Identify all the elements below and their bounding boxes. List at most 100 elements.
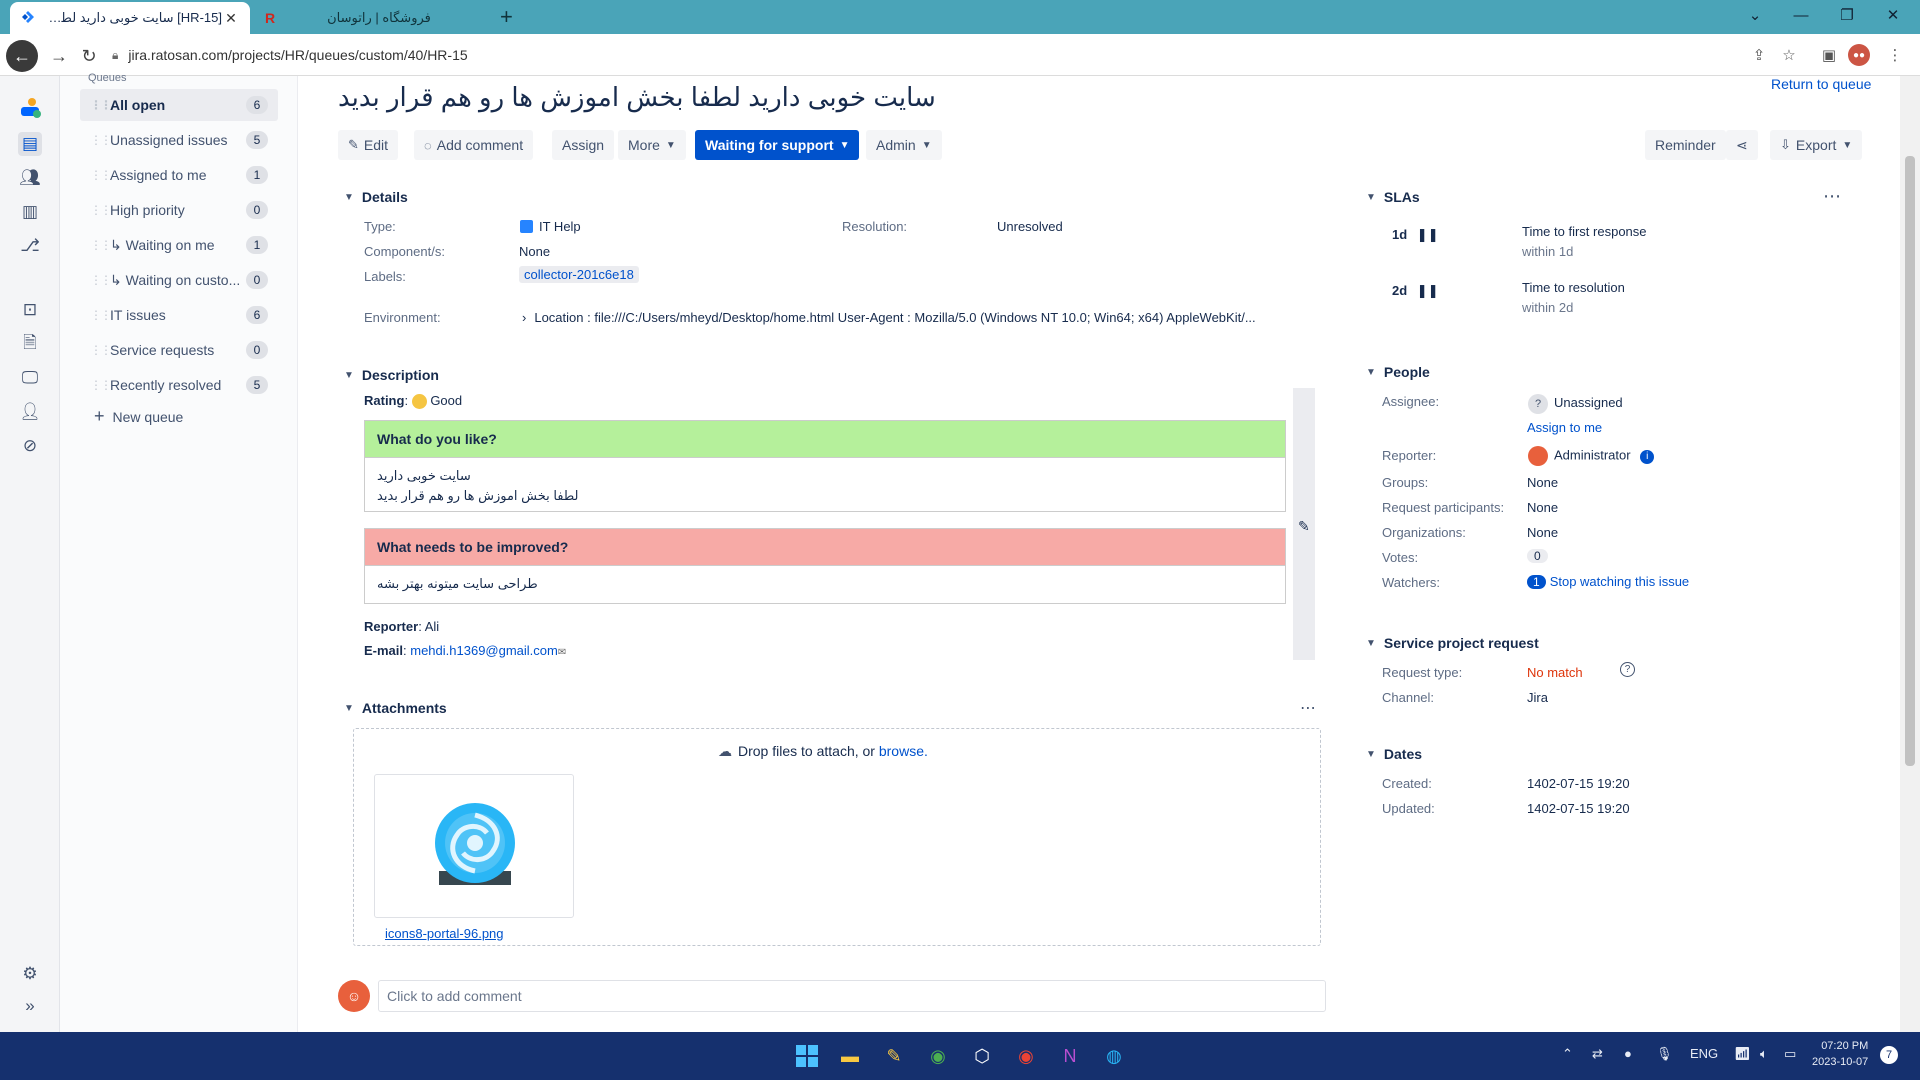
description-toggle[interactable]: ▼ Description xyxy=(344,367,439,383)
wifi-icon[interactable]: 📶︎ xyxy=(1734,1046,1751,1062)
status-button[interactable]: Waiting for support ▼ xyxy=(695,130,860,160)
microphone-icon[interactable]: 🎙︎ xyxy=(1656,1046,1673,1062)
return-to-queue-link[interactable]: Return to queue xyxy=(1771,76,1871,92)
watchers-count[interactable]: 1 xyxy=(1527,575,1546,589)
box-app-icon[interactable]: ⬡ xyxy=(968,1042,996,1070)
queue-it-issues[interactable]: ⋮⋮ IT issues 6 xyxy=(80,299,278,331)
sla-options-icon[interactable]: ⋯ xyxy=(1823,186,1841,207)
portal-app-icon[interactable]: ◍ xyxy=(1100,1042,1128,1070)
restore-icon[interactable]: ❐ xyxy=(1824,0,1870,30)
close-window-icon[interactable]: ✕ xyxy=(1870,0,1916,30)
reload-icon[interactable]: ↻ xyxy=(76,43,102,69)
compass-icon[interactable]: ⊘ xyxy=(18,434,42,458)
service-request-toggle[interactable]: ▼ Service project request xyxy=(1366,635,1539,651)
onenote-icon[interactable]: N xyxy=(1056,1042,1084,1070)
project-avatar-icon[interactable] xyxy=(18,96,42,120)
drag-handle-icon[interactable]: ⋮⋮ xyxy=(90,378,112,392)
drag-handle-icon[interactable]: ⋮⋮ xyxy=(90,343,112,357)
issue-title[interactable]: سایت خوبی دارید لطفا بخش اموزش ها رو هم … xyxy=(338,82,936,113)
chrome-profile-icon[interactable]: ◉ xyxy=(1012,1042,1040,1070)
people-toggle[interactable]: ▼ People xyxy=(1366,364,1430,380)
attachments-toggle[interactable]: ▼ Attachments xyxy=(344,700,447,716)
request-type-value[interactable]: No match xyxy=(1527,665,1583,680)
browse-link[interactable]: browse. xyxy=(879,743,928,759)
share-button[interactable]: ⋖ xyxy=(1726,130,1758,160)
windows-start-icon[interactable] xyxy=(793,1042,821,1070)
queue-waiting-on-customer[interactable]: ⋮⋮ ↳ Waiting on custo... 0 xyxy=(80,264,278,296)
sticky-app-icon[interactable]: ✎ xyxy=(880,1042,908,1070)
tray-chevron-up-icon[interactable]: ⌃ xyxy=(1562,1046,1573,1062)
slas-toggle[interactable]: ▼ SLAs xyxy=(1366,189,1420,205)
workflow-icon[interactable]: ⎇ xyxy=(18,234,42,258)
edit-button[interactable]: ✎ Edit xyxy=(338,130,399,160)
attachment-filename[interactable]: icons8-portal-96.png xyxy=(385,926,504,941)
queue-waiting-on-me[interactable]: ⋮⋮ ↳ Waiting on me 1 xyxy=(80,229,278,261)
add-comment-input[interactable]: Click to add comment xyxy=(378,980,1326,1012)
more-button[interactable]: More ▼ xyxy=(618,130,686,160)
queue-assigned-to-me[interactable]: ⋮⋮ Assigned to me 1 xyxy=(80,159,278,191)
export-button[interactable]: ⇩ Export ▼ xyxy=(1770,130,1863,160)
admin-button[interactable]: Admin ▼ xyxy=(866,130,942,160)
environment-value[interactable]: › Location : file:///C:/Users/mheyd/Deskt… xyxy=(522,310,1312,325)
file-explorer-icon[interactable]: ▬ xyxy=(836,1042,864,1070)
url-input[interactable]: 🔒︎ jira.ratosan.com/projects/HR/queues/c… xyxy=(112,41,1752,69)
close-tab-icon[interactable]: ✕ xyxy=(222,10,240,27)
settings-gear-icon[interactable]: ⚙ xyxy=(18,962,42,986)
chrome-menu-icon[interactable]: ⋮ xyxy=(1884,44,1906,66)
clock[interactable]: 07:20 PM 2023-10-07 xyxy=(1812,1038,1868,1070)
page-scrollbar[interactable] xyxy=(1900,76,1920,1032)
help-icon[interactable]: ? xyxy=(1620,662,1635,677)
tab-search-icon[interactable]: ⌄ xyxy=(1732,0,1778,30)
queue-all-open[interactable]: ⋮⋮ All open 6 xyxy=(80,89,278,121)
volume-icon[interactable]: 🔈︎ xyxy=(1760,1046,1768,1062)
scrollbar-thumb[interactable] xyxy=(1905,156,1915,766)
queue-service-requests[interactable]: ⋮⋮ Service requests 0 xyxy=(80,334,278,366)
monitor-icon[interactable]: 🖵︎ xyxy=(18,366,42,390)
tray-app-icon[interactable]: ● xyxy=(1624,1046,1632,1061)
label-tag[interactable]: collector-201c6e18 xyxy=(519,266,639,283)
back-icon[interactable]: ← xyxy=(6,40,38,72)
edit-pencil-icon[interactable]: ✎ xyxy=(1298,518,1310,535)
stop-watching-link[interactable]: Stop watching this issue xyxy=(1550,574,1689,589)
sidebar-icon[interactable]: ▣ xyxy=(1818,44,1840,66)
share-icon[interactable]: ⇪ xyxy=(1748,44,1770,66)
drag-handle-icon[interactable]: ⋮⋮ xyxy=(90,273,112,287)
drag-handle-icon[interactable]: ⋮⋮ xyxy=(90,133,112,147)
knowledge-base-icon[interactable]: 🗎︎ xyxy=(18,332,42,356)
tab-jira-issue[interactable]: [HR-15] سایت خوبی دارید لطفا بخش اموزش ه… xyxy=(10,2,250,34)
details-toggle[interactable]: ▼ Details xyxy=(344,189,408,205)
drag-handle-icon[interactable]: ⋮⋮ xyxy=(90,168,112,182)
expand-sidebar-icon[interactable]: » xyxy=(18,994,42,1018)
bookmark-star-icon[interactable]: ☆ xyxy=(1778,44,1800,66)
dates-toggle[interactable]: ▼ Dates xyxy=(1366,746,1422,762)
minimize-icon[interactable]: — xyxy=(1778,0,1824,30)
battery-icon[interactable]: ▭ xyxy=(1784,1046,1796,1062)
attachment-thumbnail[interactable] xyxy=(374,774,574,918)
drag-handle-icon[interactable]: ⋮⋮ xyxy=(90,238,112,252)
tab-store[interactable]: R فروشگاه | راتوسان xyxy=(252,2,482,34)
queue-unassigned-issues[interactable]: ⋮⋮ Unassigned issues 5 xyxy=(80,124,278,156)
votes-count[interactable]: 0 xyxy=(1527,549,1548,563)
drag-handle-icon[interactable]: ⋮⋮ xyxy=(90,308,112,322)
queue-recently-resolved[interactable]: ⋮⋮ Recently resolved 5 xyxy=(80,369,278,401)
queues-icon[interactable]: ▤ xyxy=(18,132,42,156)
reminder-button[interactable]: Reminder xyxy=(1645,130,1726,160)
reports-icon[interactable]: ▥ xyxy=(18,200,42,224)
drag-handle-icon[interactable]: ⋮⋮ xyxy=(90,203,112,217)
new-queue-button[interactable]: + New queue xyxy=(94,406,183,427)
forward-icon[interactable]: → xyxy=(46,43,72,69)
add-people-icon[interactable]: 👤︎ xyxy=(18,400,42,424)
reporter-text[interactable]: Administrator xyxy=(1554,447,1631,462)
channels-icon[interactable]: ⊡ xyxy=(18,298,42,322)
info-icon[interactable]: i xyxy=(1640,450,1655,465)
tray-network-swap-icon[interactable]: ⇄ xyxy=(1592,1046,1603,1062)
queue-high-priority[interactable]: ⋮⋮ High priority 0 xyxy=(80,194,278,226)
email-link[interactable]: mehdi.h1369@gmail.com xyxy=(410,643,558,658)
notification-badge[interactable]: 7 xyxy=(1880,1046,1898,1064)
profile-avatar[interactable]: ●● xyxy=(1848,44,1870,66)
more-options-icon[interactable]: ⋯ xyxy=(1300,698,1316,718)
assign-button[interactable]: Assign xyxy=(552,130,615,160)
add-comment-button[interactable]: ◌ Add comment xyxy=(414,130,534,160)
drag-handle-icon[interactable]: ⋮⋮ xyxy=(90,98,112,112)
language-indicator[interactable]: ENG xyxy=(1690,1046,1718,1061)
